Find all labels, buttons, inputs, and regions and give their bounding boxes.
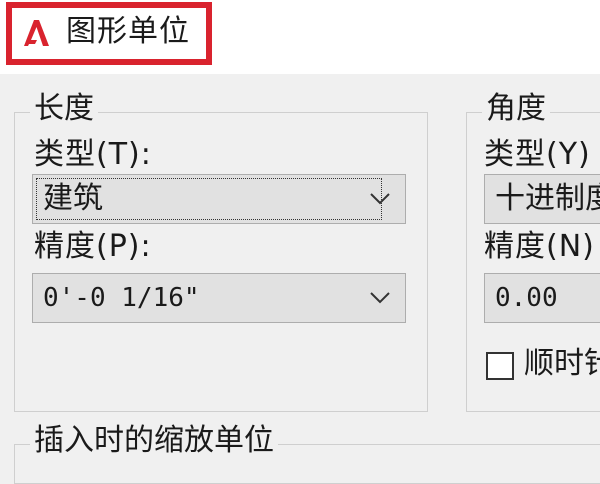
angle-type-value: 十进制度 xyxy=(495,181,600,216)
length-type-label: 类型(T): xyxy=(34,137,152,172)
angle-precision-select[interactable]: 0.00 xyxy=(484,273,600,323)
window-title: 图形单位 xyxy=(66,14,190,49)
length-precision-select[interactable]: 0'-0 1/16" xyxy=(32,273,406,323)
clockwise-label: 顺时针 xyxy=(524,346,600,381)
insert-scale-group-label: 插入时的缩放单位 xyxy=(30,424,278,458)
clockwise-checkbox[interactable] xyxy=(486,352,514,380)
chevron-down-icon xyxy=(370,292,390,304)
angle-type-label: 类型(Y) xyxy=(484,137,591,172)
length-precision-label: 精度(P): xyxy=(34,229,152,264)
autocad-logo-icon xyxy=(24,20,49,46)
focus-indicator xyxy=(36,178,382,220)
angle-group-label: 角度 xyxy=(482,92,550,126)
angle-precision-label: 精度(N) xyxy=(484,229,595,264)
title-bar: 图形单位 xyxy=(0,0,600,74)
angle-precision-value: 0.00 xyxy=(495,283,558,313)
length-group-label: 长度 xyxy=(30,92,98,126)
chevron-down-icon xyxy=(370,193,390,205)
angle-type-select[interactable]: 十进制度 xyxy=(484,174,600,224)
length-precision-value: 0'-0 1/16" xyxy=(43,283,200,313)
length-type-select[interactable]: 建筑 xyxy=(32,174,406,224)
